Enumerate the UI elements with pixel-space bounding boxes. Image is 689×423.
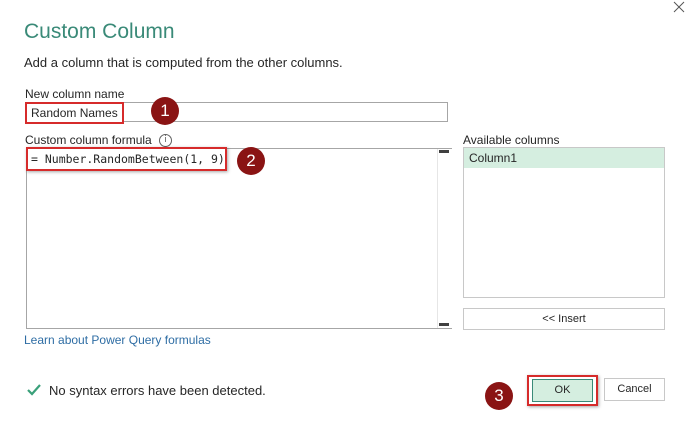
syntax-status-text: No syntax errors have been detected.	[49, 383, 266, 398]
scroll-down-marker[interactable]	[439, 323, 449, 326]
available-column-item[interactable]: Column1	[464, 148, 664, 168]
dialog-title: Custom Column	[24, 20, 175, 43]
step-badge-3: 3	[485, 382, 513, 410]
info-icon[interactable]: i	[159, 134, 172, 147]
formula-scrollbar[interactable]	[437, 149, 452, 328]
ok-button[interactable]: OK	[532, 379, 593, 402]
available-columns-list[interactable]	[463, 147, 665, 298]
custom-column-formula-label: Custom column formula	[25, 133, 152, 147]
scroll-up-marker[interactable]	[439, 150, 449, 153]
new-column-name-value[interactable]: Random Names	[25, 102, 124, 124]
step-badge-2: 2	[237, 147, 265, 175]
available-columns-label: Available columns	[463, 133, 560, 147]
dialog-subtitle: Add a column that is computed from the o…	[24, 55, 343, 70]
insert-button[interactable]: << Insert	[463, 308, 665, 330]
new-column-name-label: New column name	[25, 87, 125, 101]
close-icon[interactable]	[672, 0, 686, 14]
checkmark-icon	[26, 383, 42, 397]
step-badge-1: 1	[151, 97, 179, 125]
formula-editor[interactable]	[26, 148, 452, 329]
learn-power-query-link[interactable]: Learn about Power Query formulas	[24, 333, 211, 347]
formula-text[interactable]: = Number.RandomBetween(1, 9)	[31, 152, 225, 166]
cancel-button[interactable]: Cancel	[604, 378, 665, 401]
